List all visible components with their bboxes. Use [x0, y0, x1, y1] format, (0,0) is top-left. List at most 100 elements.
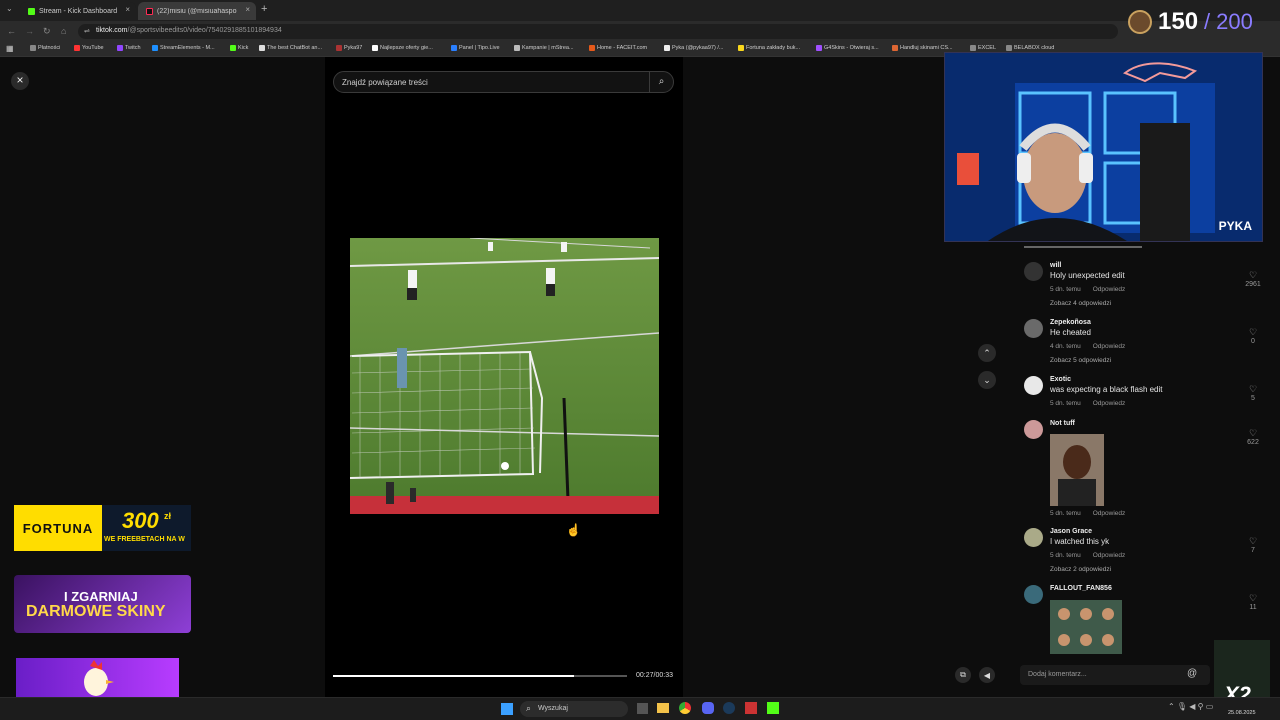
comment-text: He cheated — [1050, 328, 1091, 337]
close-video-button[interactable]: × — [11, 72, 29, 90]
tab-kick[interactable]: Stream - Kick Dashboard × — [20, 2, 136, 20]
file-explorer-icon[interactable] — [657, 703, 669, 713]
view-replies-button[interactable]: Zobacz 5 odpowiedzi — [1050, 357, 1111, 364]
goal-target: 200 — [1216, 9, 1253, 34]
video-progress-bar[interactable] — [333, 675, 627, 677]
volume-icon[interactable]: ◀ — [979, 667, 995, 683]
bookmark-item[interactable]: YouTube — [74, 45, 104, 51]
reply-button[interactable]: Odpowiedz — [1093, 343, 1126, 350]
comment-item: Jason Grace I watched this yk 5 dn. temu Od… — [1024, 528, 1274, 578]
avatar[interactable] — [1024, 528, 1043, 547]
next-video-button[interactable]: ⌄ — [978, 371, 996, 389]
comment-username[interactable]: Zepekoñosa — [1050, 319, 1091, 326]
skins-ad[interactable]: I ZGARNIAJ DARMOWE SKINY — [14, 575, 191, 633]
reply-button[interactable]: Odpowiedz — [1093, 510, 1126, 517]
site-info-icon[interactable]: ⇌ — [84, 27, 90, 35]
comment-username[interactable]: FALLOUT_FAN856 — [1050, 585, 1112, 592]
url-path: /@sportsvibeedits0/video/754029188510189… — [127, 27, 282, 34]
bookmark-item[interactable]: Kick — [230, 45, 248, 51]
taskbar-search-label: Wyszukaj — [538, 705, 568, 712]
bookmark-item[interactable]: The best ChatBot an... — [259, 45, 322, 51]
reply-button[interactable]: Odpowiedz — [1093, 286, 1126, 293]
bookmark-item[interactable]: BELABOX cloud — [1006, 45, 1054, 51]
search-icon[interactable]: ⌕ — [649, 72, 673, 92]
previous-video-button[interactable]: ⌃ — [978, 344, 996, 362]
like-button[interactable]: ♡ 0 — [1244, 327, 1262, 345]
url-text: tiktok.com/@sportsvibeedits0/video/75402… — [96, 27, 282, 34]
back-icon[interactable]: ← — [7, 26, 16, 36]
bookmark-item[interactable]: StreamElements - M... — [152, 45, 215, 51]
like-button[interactable]: ♡ 2961 — [1244, 270, 1262, 288]
captions-button[interactable]: ⧉ — [955, 667, 971, 683]
bookmark-item[interactable]: Pyka97 — [336, 45, 362, 51]
apps-icon[interactable]: ▦ — [6, 44, 14, 53]
like-count: 2961 — [1245, 281, 1261, 288]
bookmark-icon — [117, 45, 123, 51]
comment-username[interactable]: will — [1050, 262, 1061, 269]
url-field[interactable]: ⇌ tiktok.com/@sportsvibeedits0/video/754… — [78, 24, 1118, 39]
bookmark-item[interactable]: Pyka (@pykaa97) /... — [664, 45, 723, 51]
avatar[interactable] — [1024, 319, 1043, 338]
bookmark-item[interactable]: Najlepsze oferty gie... — [372, 45, 433, 51]
system-tray[interactable]: ⌃ 🎙 ◀ ⚲ ▭ — [1168, 702, 1213, 711]
reply-button[interactable]: Odpowiedz — [1093, 552, 1126, 559]
home-icon[interactable]: ⌂ — [61, 26, 66, 36]
bookmark-item[interactable]: Handluj skinami CS... — [892, 45, 953, 51]
like-button[interactable]: ♡ 5 — [1244, 384, 1262, 402]
like-count: 622 — [1247, 439, 1259, 446]
comment-username[interactable]: Exotic — [1050, 376, 1071, 383]
comment-input[interactable]: Dodaj komentarz... @ — [1020, 665, 1210, 685]
taskbar-search[interactable]: ⌕ Wyszukaj — [520, 701, 628, 717]
new-tab-button[interactable]: + — [261, 3, 267, 15]
bookmark-item[interactable]: Panel | Tipo.Live — [451, 45, 500, 51]
comment-image[interactable] — [1050, 600, 1122, 654]
view-replies-button[interactable]: Zobacz 4 odpowiedzi — [1050, 300, 1111, 307]
fortuna-ad[interactable]: FORTUNA 300 zł WE FREEBETACH NA W — [14, 505, 191, 551]
like-button[interactable]: ♡ 11 — [1244, 593, 1262, 611]
comment-username[interactable]: Not tuff — [1050, 420, 1075, 427]
bookmark-item[interactable]: Twitch — [117, 45, 141, 51]
bookmark-item[interactable]: G4Skins - Otwieraj s... — [816, 45, 879, 51]
bookmark-item[interactable]: EXCEL — [970, 45, 996, 51]
video-player[interactable] — [350, 238, 659, 514]
task-view-icon[interactable] — [637, 703, 648, 714]
discord-icon[interactable] — [702, 702, 714, 714]
avatar[interactable] — [1024, 585, 1043, 604]
bookmark-item[interactable]: Home - FACEIT.com — [589, 45, 647, 51]
avatar[interactable] — [1024, 420, 1043, 439]
kick-app-icon[interactable] — [767, 702, 779, 714]
comment-meta: 5 dn. temu Odpowiedz — [1050, 510, 1125, 517]
bookmark-label: Handluj skinami CS... — [900, 45, 953, 51]
mention-icon[interactable]: @ — [1187, 668, 1197, 679]
like-button[interactable]: ♡ 7 — [1244, 536, 1262, 554]
comment-item: Exotic was expecting a black flash edit 5 … — [1024, 376, 1274, 426]
bookmark-icon — [152, 45, 158, 51]
avatar[interactable] — [1024, 376, 1043, 395]
windows-start-icon[interactable] — [501, 703, 513, 715]
reply-button[interactable]: Odpowiedz — [1093, 400, 1126, 407]
view-replies-button[interactable]: Zobacz 2 odpowiedzi — [1050, 566, 1111, 573]
comment-gif[interactable] — [1050, 434, 1104, 506]
avatar[interactable] — [1024, 262, 1043, 281]
bookmark-icon — [336, 45, 342, 51]
comment-meta: 5 dn. temu Odpowiedz — [1050, 286, 1125, 293]
like-button[interactable]: ♡ 622 — [1244, 428, 1262, 446]
chrome-icon[interactable] — [679, 702, 691, 714]
bookmark-item[interactable]: Płatności — [30, 45, 60, 51]
close-icon[interactable]: × — [245, 5, 250, 14]
comment-username[interactable]: Jason Grace — [1050, 528, 1092, 535]
tab-menu-icon[interactable]: ⌄ — [6, 4, 13, 13]
app-icon[interactable] — [745, 702, 757, 714]
tab-tiktok[interactable]: (22)misiu (@misiuahaspoki... × — [138, 2, 256, 20]
steam-icon[interactable] — [723, 702, 735, 714]
search-placeholder: Znajdź powiązane treści — [342, 77, 428, 87]
close-icon[interactable]: × — [125, 5, 130, 14]
reload-icon[interactable]: ↻ — [43, 26, 51, 37]
bookmark-item[interactable]: Kampanie | mStrea... — [514, 45, 574, 51]
related-search-input[interactable]: Znajdź powiązane treści ⌕ — [333, 71, 674, 93]
bookmark-label: Fortuna zakłady buk... — [746, 45, 801, 51]
forward-icon[interactable]: → — [25, 26, 34, 36]
rooster-icon — [84, 660, 114, 696]
bookmark-label: Najlepsze oferty gie... — [380, 45, 433, 51]
bookmark-item[interactable]: Fortuna zakłady buk... — [738, 45, 800, 51]
